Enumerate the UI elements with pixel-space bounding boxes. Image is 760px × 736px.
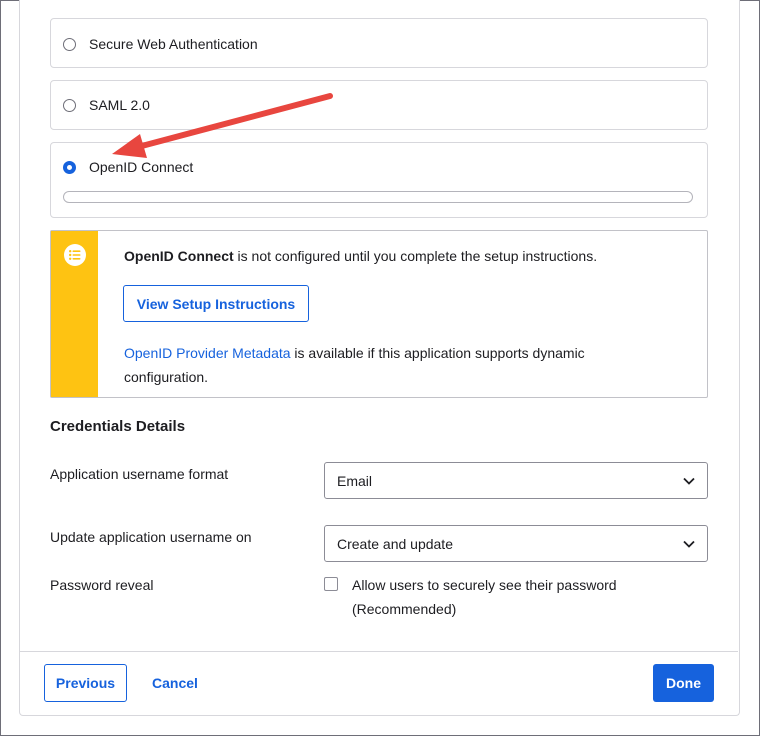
radio-oidc[interactable] [63, 160, 76, 174]
radio-label-oidc: OpenID Connect [89, 159, 194, 175]
view-setup-instructions-button[interactable]: View Setup Instructions [123, 285, 309, 322]
callout-warning-bar [51, 231, 98, 397]
radio-saml[interactable] [63, 98, 76, 112]
previous-button[interactable]: Previous [44, 664, 127, 702]
radio-label-saml: SAML 2.0 [89, 97, 150, 113]
callout-message-strong: OpenID Connect [124, 248, 234, 264]
option-card-oidc[interactable]: OpenID Connect [50, 142, 708, 218]
done-button[interactable]: Done [653, 664, 714, 702]
oidc-progress-bar [63, 191, 693, 203]
username-format-value: Email [337, 473, 373, 489]
callout-message: OpenID Connect is not configured until y… [124, 248, 597, 264]
provider-metadata-link[interactable]: OpenID Provider Metadata [124, 345, 291, 361]
footer-divider [20, 651, 738, 652]
username-format-select[interactable]: Email [324, 462, 708, 499]
cancel-button[interactable]: Cancel [152, 675, 198, 691]
list-icon [64, 244, 86, 266]
callout-message-rest: is not configured until you complete the… [233, 248, 598, 264]
username-format-label: Application username format [50, 466, 229, 482]
password-reveal-checkbox[interactable] [324, 577, 338, 591]
password-reveal-checkbox-label[interactable]: Allow users to securely see their passwo… [352, 573, 682, 621]
password-reveal-label: Password reveal [50, 577, 154, 593]
credentials-section-title: Credentials Details [50, 418, 186, 435]
option-card-swa[interactable]: Secure Web Authentication [50, 18, 708, 68]
callout-description: OpenID Provider Metadata is available if… [124, 341, 644, 389]
chevron-down-icon [683, 477, 695, 485]
update-username-value: Create and update [337, 536, 453, 552]
update-username-select[interactable]: Create and update [324, 525, 708, 562]
radio-label-swa: Secure Web Authentication [89, 36, 258, 52]
chevron-down-icon [683, 540, 695, 548]
radio-swa[interactable] [63, 37, 76, 51]
option-card-saml[interactable]: SAML 2.0 [50, 80, 708, 130]
update-username-label: Update application username on [50, 529, 252, 545]
setup-callout: OpenID Connect is not configured until y… [50, 230, 708, 398]
